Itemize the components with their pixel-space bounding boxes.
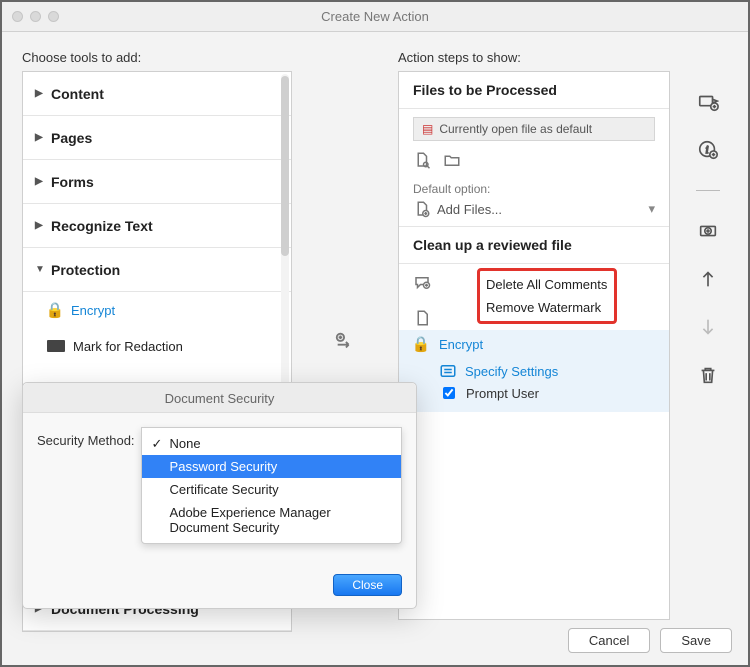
disclosure-icon [35, 264, 45, 275]
side-toolbar: i [688, 50, 728, 620]
svg-text:i: i [706, 145, 709, 156]
tools-label: Choose tools to add: [22, 50, 292, 65]
save-button[interactable]: Save [660, 628, 732, 653]
disclosure-icon [35, 220, 45, 231]
step-label: Remove Watermark [486, 300, 601, 315]
titlebar: Create New Action [2, 2, 748, 32]
add-files-row[interactable]: Add Files... ▾ [413, 200, 655, 218]
step-encrypt[interactable]: 🔒 Encrypt [399, 330, 669, 358]
option-password-security[interactable]: Password Security [142, 455, 401, 478]
steps-column: Action steps to show: Files to be Proces… [398, 50, 670, 620]
default-file-pill[interactable]: ▤ Currently open file as default [413, 117, 655, 141]
default-file-label: Currently open file as default [439, 122, 592, 136]
option-aem-security[interactable]: Adobe Experience Manager Document Securi… [142, 501, 401, 539]
option-certificate-security[interactable]: Certificate Security [142, 478, 401, 501]
settings-list-icon [439, 362, 457, 380]
specify-settings-row[interactable]: Specify Settings [399, 358, 669, 380]
group-protection[interactable]: Protection [23, 248, 291, 292]
group-label: Forms [51, 174, 94, 190]
security-method-dropdown[interactable]: ✓ None Password Security Certificate Sec… [141, 427, 402, 544]
steps-panel: Files to be Processed ▤ Currently open f… [398, 71, 670, 620]
prompt-user-label: Prompt User [466, 386, 539, 401]
tool-mark-for-redaction[interactable]: Mark for Redaction [23, 328, 291, 364]
step-label: Delete All Comments [486, 277, 607, 292]
steps-label: Action steps to show: [398, 50, 670, 65]
group-forms[interactable]: Forms [23, 160, 291, 204]
disclosure-icon [35, 132, 45, 143]
group-content[interactable]: Content [23, 72, 291, 116]
window-title: Create New Action [2, 9, 748, 24]
redact-icon [47, 340, 65, 352]
toolbar-divider [696, 190, 720, 191]
step-remove-watermark[interactable]: Remove Watermark [480, 296, 614, 319]
files-header: Files to be Processed [399, 72, 669, 109]
group-label: Content [51, 86, 104, 102]
step-delete-comments[interactable]: Delete All Comments [480, 273, 614, 296]
add-files-label: Add Files... [437, 202, 502, 217]
delete-step-button[interactable] [696, 363, 720, 387]
option-none[interactable]: ✓ None [142, 432, 401, 455]
group-label: Pages [51, 130, 92, 146]
popover-title: Document Security [23, 383, 416, 413]
prompt-user-row[interactable]: Prompt User [399, 380, 669, 412]
tool-encrypt[interactable]: 🔒 Encrypt [23, 292, 291, 328]
option-label: Adobe Experience Manager Document Securi… [170, 505, 331, 535]
close-button[interactable]: Close [333, 574, 402, 596]
cleanup-header: Clean up a reviewed file [399, 227, 669, 264]
disclosure-icon [35, 88, 45, 99]
disclosure-icon [35, 176, 45, 187]
step-label: Encrypt [439, 337, 483, 352]
highlighted-steps: Delete All Comments Remove Watermark [477, 268, 617, 324]
move-down-button[interactable] [696, 315, 720, 339]
pdf-icon: ▤ [422, 122, 433, 136]
lock-icon: 🔒 [47, 302, 63, 318]
move-up-button[interactable] [696, 267, 720, 291]
add-files-sidebar-button[interactable] [696, 90, 720, 114]
file-search-icon[interactable] [413, 151, 431, 172]
check-icon: ✓ [152, 436, 163, 452]
default-option-label: Default option: [413, 182, 655, 196]
group-label: Recognize Text [51, 218, 153, 234]
option-label: Certificate Security [170, 482, 279, 497]
folder-icon[interactable] [443, 151, 461, 172]
specify-settings-label: Specify Settings [465, 364, 558, 379]
prompt-user-checkbox[interactable] [443, 387, 455, 399]
group-label: Protection [51, 262, 120, 278]
tools-scroll-thumb[interactable] [281, 76, 289, 256]
group-pages[interactable]: Pages [23, 116, 291, 160]
page-icon [413, 309, 431, 330]
add-tool-button[interactable] [334, 330, 356, 355]
lock-icon: 🔒 [413, 336, 429, 352]
option-label: None [170, 436, 201, 451]
dropdown-caret-icon: ▾ [648, 201, 655, 217]
security-method-label: Security Method: [37, 427, 135, 448]
group-recognize-text[interactable]: Recognize Text [23, 204, 291, 248]
add-instruction-button[interactable]: i [696, 138, 720, 162]
tool-label: Mark for Redaction [73, 339, 183, 354]
files-block: ▤ Currently open file as default [399, 109, 669, 227]
tool-label: Encrypt [71, 303, 115, 318]
option-label: Password Security [170, 459, 278, 474]
dialog-window: Create New Action Choose tools to add: C… [0, 0, 750, 667]
document-security-popover: Document Security Security Method: ✓ Non… [22, 382, 417, 609]
add-panel-button[interactable] [696, 219, 720, 243]
cancel-button[interactable]: Cancel [568, 628, 650, 653]
add-file-icon [413, 200, 431, 218]
comments-icon [413, 274, 431, 295]
dialog-footer: Cancel Save [568, 628, 732, 653]
